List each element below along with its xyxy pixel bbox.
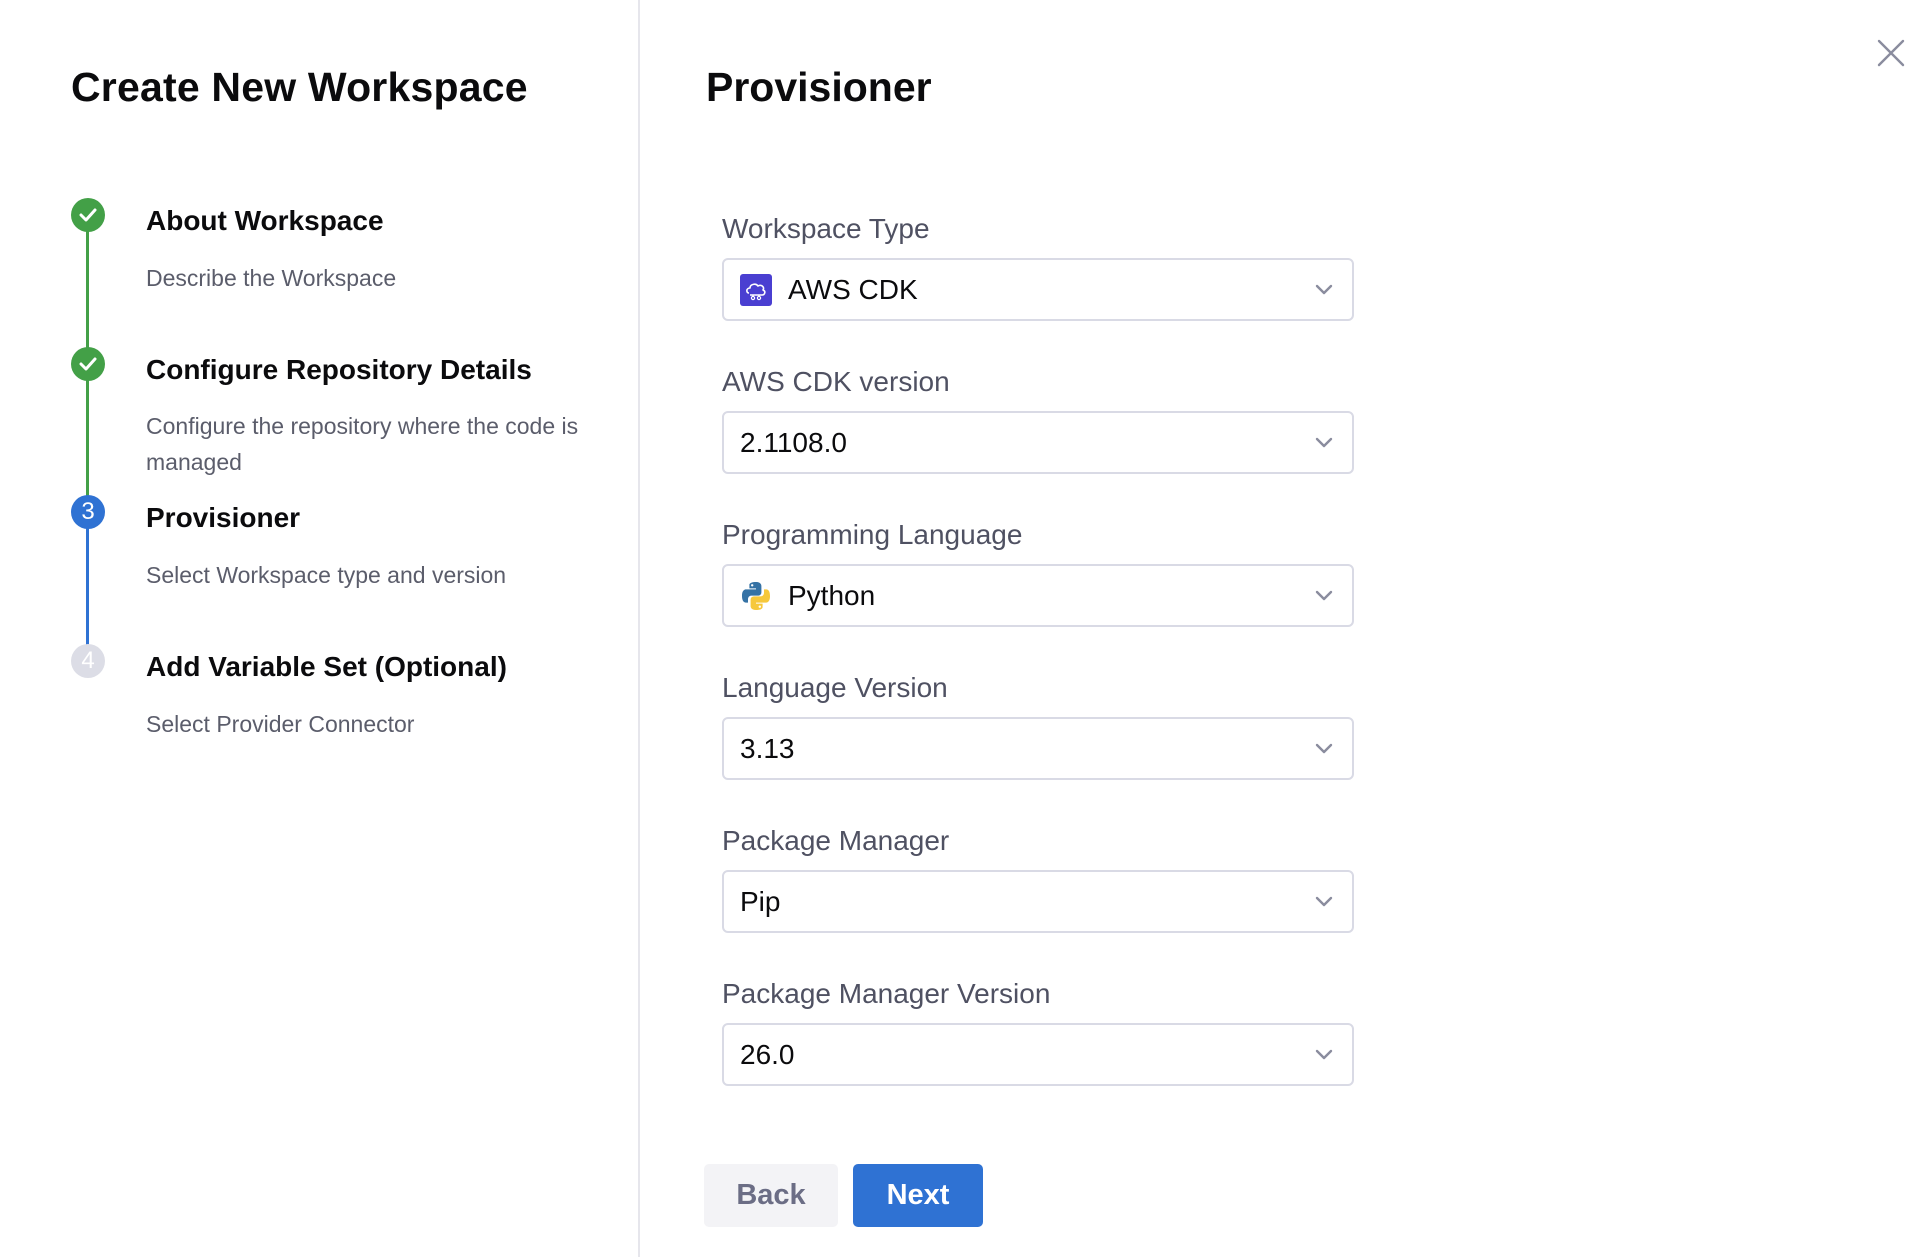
aws-cdk-icon xyxy=(740,273,772,306)
step-3-description: Select Workspace type and version xyxy=(146,562,507,588)
step-3-active-number: 3 xyxy=(71,495,105,529)
close-button[interactable] xyxy=(1874,36,1908,70)
package-manager-version-label: Package Manager Version xyxy=(722,978,1051,1009)
workspace-type-value: AWS CDK xyxy=(788,273,918,305)
step-2-complete-check-icon xyxy=(71,347,105,381)
language-version-value: 3.13 xyxy=(740,732,795,764)
step-4-description: Select Provider Connector xyxy=(146,711,415,737)
step-3-title: Provisioner xyxy=(146,502,301,533)
step-1-description: Describe the Workspace xyxy=(146,265,397,291)
step-3-number: 3 xyxy=(81,498,95,525)
step-connector-3 xyxy=(86,528,89,646)
package-manager-select[interactable]: Pip xyxy=(722,870,1354,933)
step-1-title: About Workspace xyxy=(146,205,384,236)
programming-language-label: Programming Language xyxy=(722,519,1023,550)
programming-language-value: Python xyxy=(788,579,876,611)
step-connector-2 xyxy=(86,380,89,497)
create-workspace-dialog: Create New Workspace About Workspace Des… xyxy=(0,0,1920,1257)
chevron-down-icon xyxy=(1314,586,1334,606)
package-manager-version-select[interactable]: 26.0 xyxy=(722,1023,1354,1086)
language-version-label: Language Version xyxy=(722,672,948,703)
chevron-down-icon xyxy=(1314,433,1334,453)
chevron-down-icon xyxy=(1314,1045,1334,1065)
aws-cdk-version-label: AWS CDK version xyxy=(722,366,950,397)
step-2-description: Configure the repository where the code … xyxy=(146,413,579,475)
python-icon xyxy=(740,580,772,612)
step-connector-1 xyxy=(86,231,89,349)
chevron-down-icon xyxy=(1314,892,1334,912)
chevron-down-icon xyxy=(1314,280,1334,300)
wizard-title: Create New Workspace xyxy=(71,64,528,110)
workspace-type-select[interactable]: AWS CDK xyxy=(722,258,1354,321)
programming-language-select[interactable]: Python xyxy=(722,564,1354,627)
step-2-title: Configure Repository Details xyxy=(146,354,532,385)
step-4-number: 4 xyxy=(81,647,95,674)
aws-cdk-version-value: 2.1108.0 xyxy=(740,426,847,458)
step-4-pending-number: 4 xyxy=(71,644,105,678)
package-manager-value: Pip xyxy=(740,885,781,917)
step-1-complete-check-icon xyxy=(71,198,105,232)
next-button[interactable]: Next xyxy=(853,1164,983,1227)
wizard-sidebar: Create New Workspace About Workspace Des… xyxy=(0,0,640,1257)
language-version-select[interactable]: 3.13 xyxy=(722,717,1354,780)
package-manager-version-value: 26.0 xyxy=(740,1038,795,1070)
back-button[interactable]: Back xyxy=(704,1164,838,1227)
close-icon xyxy=(1877,39,1905,67)
package-manager-label: Package Manager xyxy=(722,825,950,856)
workspace-type-label: Workspace Type xyxy=(722,213,930,244)
chevron-down-icon xyxy=(1314,739,1334,759)
step-4-title: Add Variable Set (Optional) xyxy=(146,651,507,682)
panel-title: Provisioner xyxy=(706,64,932,110)
aws-cdk-version-select[interactable]: 2.1108.0 xyxy=(722,411,1354,474)
